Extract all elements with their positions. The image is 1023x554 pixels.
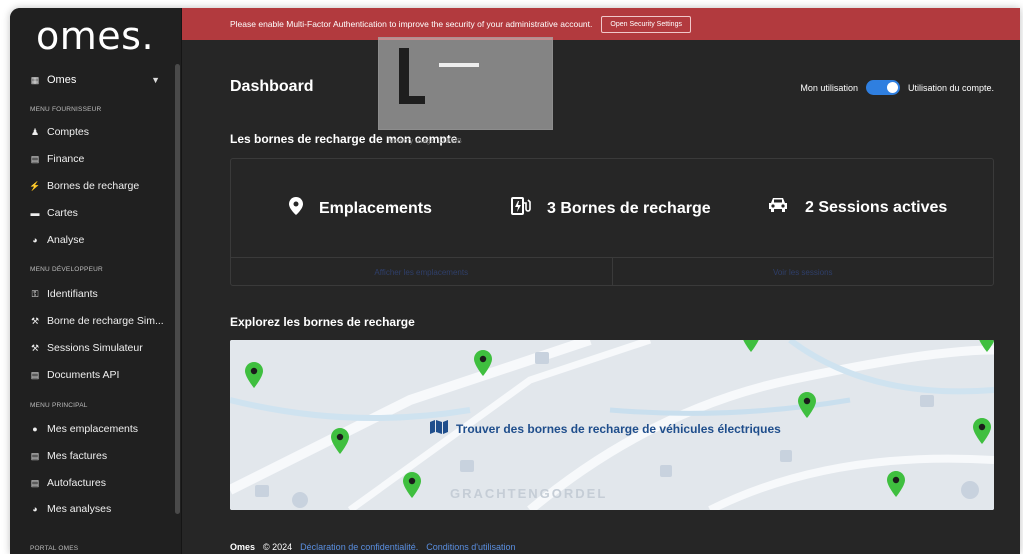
map-cta-label: Trouver des bornes de recharge de véhicu… <box>456 421 781 436</box>
sidebar-item-label: Analyse <box>47 234 85 246</box>
map-marker-icon: ● <box>32 424 38 434</box>
organization-select[interactable]: ▦ Omes ▼ <box>30 72 160 88</box>
sidebar-item-label: Mes analyses <box>47 503 112 515</box>
organization-name: Omes <box>47 74 77 86</box>
map-street-label: GRACHTENGORDEL <box>450 486 608 501</box>
sidebar-item-label: Finance <box>47 153 85 165</box>
car-icon <box>767 197 789 218</box>
section-title-explorez: Explorez les bornes de recharge <box>230 315 415 329</box>
chevron-down-icon: ▼ <box>151 75 160 85</box>
banner-message: Please enable Multi-Factor Authenticatio… <box>230 19 593 29</box>
page-title: Dashboard <box>230 78 314 95</box>
memory-overlay <box>378 37 553 130</box>
sidebar-item-autofactures[interactable]: ▤ Autofactures <box>30 476 106 490</box>
book-icon: ▤ <box>30 369 40 380</box>
charging-station-icon: ⚡ <box>29 180 41 191</box>
sidebar-item-mes-analyses[interactable]: ◕ Mes analyses <box>30 502 111 516</box>
usage-toggle-group: Mon utilisation Utilisation du compte. <box>800 80 994 95</box>
stat-sessions: 2 Sessions actives <box>767 197 947 218</box>
map-preview[interactable]: GRACHTENGORDEL Trouver des bornes de rec… <box>230 340 994 510</box>
view-sessions-link[interactable]: Voir les sessions <box>613 258 994 286</box>
map-pin-icon[interactable] <box>973 418 991 444</box>
stat-label: Emplacements <box>319 199 432 217</box>
invoice-icon: ▤ <box>30 477 40 488</box>
map-icon <box>430 420 448 437</box>
sidebar-item-documents-api[interactable]: ▤ Documents API <box>30 368 120 382</box>
stat-label: 3 Bornes de recharge <box>547 199 711 217</box>
map-pin-icon[interactable] <box>887 471 905 497</box>
memory-overlay-preview <box>399 48 479 104</box>
section-menu-principal: MENU PRINCIPAL <box>30 402 88 409</box>
sidebar-item-label: Sessions Simulateur <box>47 342 143 354</box>
map-pin-icon[interactable] <box>742 340 760 352</box>
privacy-link[interactable]: Déclaration de confidentialité. <box>300 542 418 552</box>
sidebar-item-identifiants[interactable]: ⚿ Identifiants <box>30 287 98 301</box>
sidebar-item-label: Cartes <box>47 207 78 219</box>
sidebar-item-label: Identifiants <box>47 288 98 300</box>
finance-icon: ▤ <box>30 153 40 164</box>
sidebar-item-borne-simulateur[interactable]: ⚒ Borne de recharge Sim... <box>30 314 164 328</box>
toggle-label-utilisation-compte: Utilisation du compte. <box>907 82 994 93</box>
mfa-banner: Please enable Multi-Factor Authenticatio… <box>182 8 1020 40</box>
section-menu-developpeur: MENU DÉVELOPPEUR <box>30 266 103 273</box>
invoice-icon: ▤ <box>30 450 40 461</box>
show-locations-link[interactable]: Afficher les emplacements <box>231 258 613 286</box>
chart-pie-icon: ◕ <box>32 235 38 245</box>
map-marker-icon <box>289 197 303 220</box>
section-portal-omes: PORTAL OMES <box>30 545 79 552</box>
sidebar-item-label: Documents API <box>47 369 120 381</box>
building-icon: ▦ <box>30 74 40 85</box>
sidebar-item-bornes[interactable]: ⚡ Bornes de recharge <box>29 179 140 193</box>
map-pin-icon[interactable] <box>245 362 263 388</box>
sidebar-scrollbar[interactable] <box>175 64 180 514</box>
open-security-settings-button[interactable]: Open Security Settings <box>601 15 691 33</box>
sidebar-item-sessions-simulateur[interactable]: ⚒ Sessions Simulateur <box>30 341 143 355</box>
chart-pie-icon: ◕ <box>32 504 38 514</box>
footer-brand: Omes <box>230 542 256 552</box>
card-icon: ▬ <box>30 208 40 218</box>
main-content: Dashboard Mon utilisation Utilisation du… <box>182 40 1020 554</box>
map-pin-icon[interactable] <box>403 472 421 498</box>
sidebar-item-label: Mes factures <box>47 450 108 462</box>
sidebar-item-label: Mes emplacements <box>47 423 139 435</box>
sidebar-item-cartes[interactable]: ▬ Cartes <box>30 206 78 220</box>
toggle-label-mon-utilisation: Mon utilisation <box>800 82 858 93</box>
stat-bornes: 3 Bornes de recharge <box>511 197 711 220</box>
stats-links: Afficher les emplacements Voir les sessi… <box>231 257 993 286</box>
terms-link[interactable]: Conditions d'utilisation <box>426 542 515 552</box>
map-pin-icon[interactable] <box>798 392 816 418</box>
map-pin-icon[interactable] <box>474 350 492 376</box>
stat-emplacements: Emplacements <box>289 197 432 220</box>
map-pin-icon[interactable] <box>331 428 349 454</box>
footer-year: © 2024 <box>263 542 293 552</box>
stats-card: Emplacements 3 Bornes de recharge 2 Sess… <box>230 158 994 286</box>
sidebar-item-label: Comptes <box>47 126 90 138</box>
logo: omes. <box>36 14 155 58</box>
find-charging-stations-link[interactable]: Trouver des bornes de recharge de véhicu… <box>430 420 781 437</box>
sidebar-item-comptes[interactable]: ♟ Comptes <box>30 125 89 139</box>
sidebar-item-analyse[interactable]: ◕ Analyse <box>30 233 84 247</box>
users-icon: ♟ <box>30 126 40 137</box>
section-menu-fournisseur: MENU FOURNISSEUR <box>30 106 102 113</box>
map-pin-icon[interactable] <box>978 340 994 352</box>
sidebar-item-mes-factures[interactable]: ▤ Mes factures <box>30 449 107 463</box>
sidebar-item-label: Bornes de recharge <box>47 180 140 192</box>
sidebar-item-label: Borne de recharge Sim... <box>47 315 164 327</box>
sidebar-item-label: Autofactures <box>47 477 106 489</box>
wrench-icon: ⚒ <box>30 315 40 326</box>
wrench-icon: ⚒ <box>30 342 40 353</box>
footer: Omes © 2024 Déclaration de confidentiali… <box>230 542 516 552</box>
sidebar-item-mes-emplacements[interactable]: ● Mes emplacements <box>30 422 138 436</box>
stat-label: 2 Sessions actives <box>805 198 948 216</box>
sidebar-item-finance[interactable]: ▤ Finance <box>30 152 85 166</box>
usage-toggle[interactable] <box>865 80 900 95</box>
stats-row: Emplacements 3 Bornes de recharge 2 Sess… <box>231 159 993 257</box>
key-icon: ⚿ <box>31 288 39 299</box>
memory-usage-label: Memory usage: 118 MB <box>388 138 462 145</box>
charging-station-icon <box>511 197 531 220</box>
sidebar: omes. ▦ Omes ▼ MENU FOURNISSEUR ♟ Compte… <box>10 8 182 554</box>
